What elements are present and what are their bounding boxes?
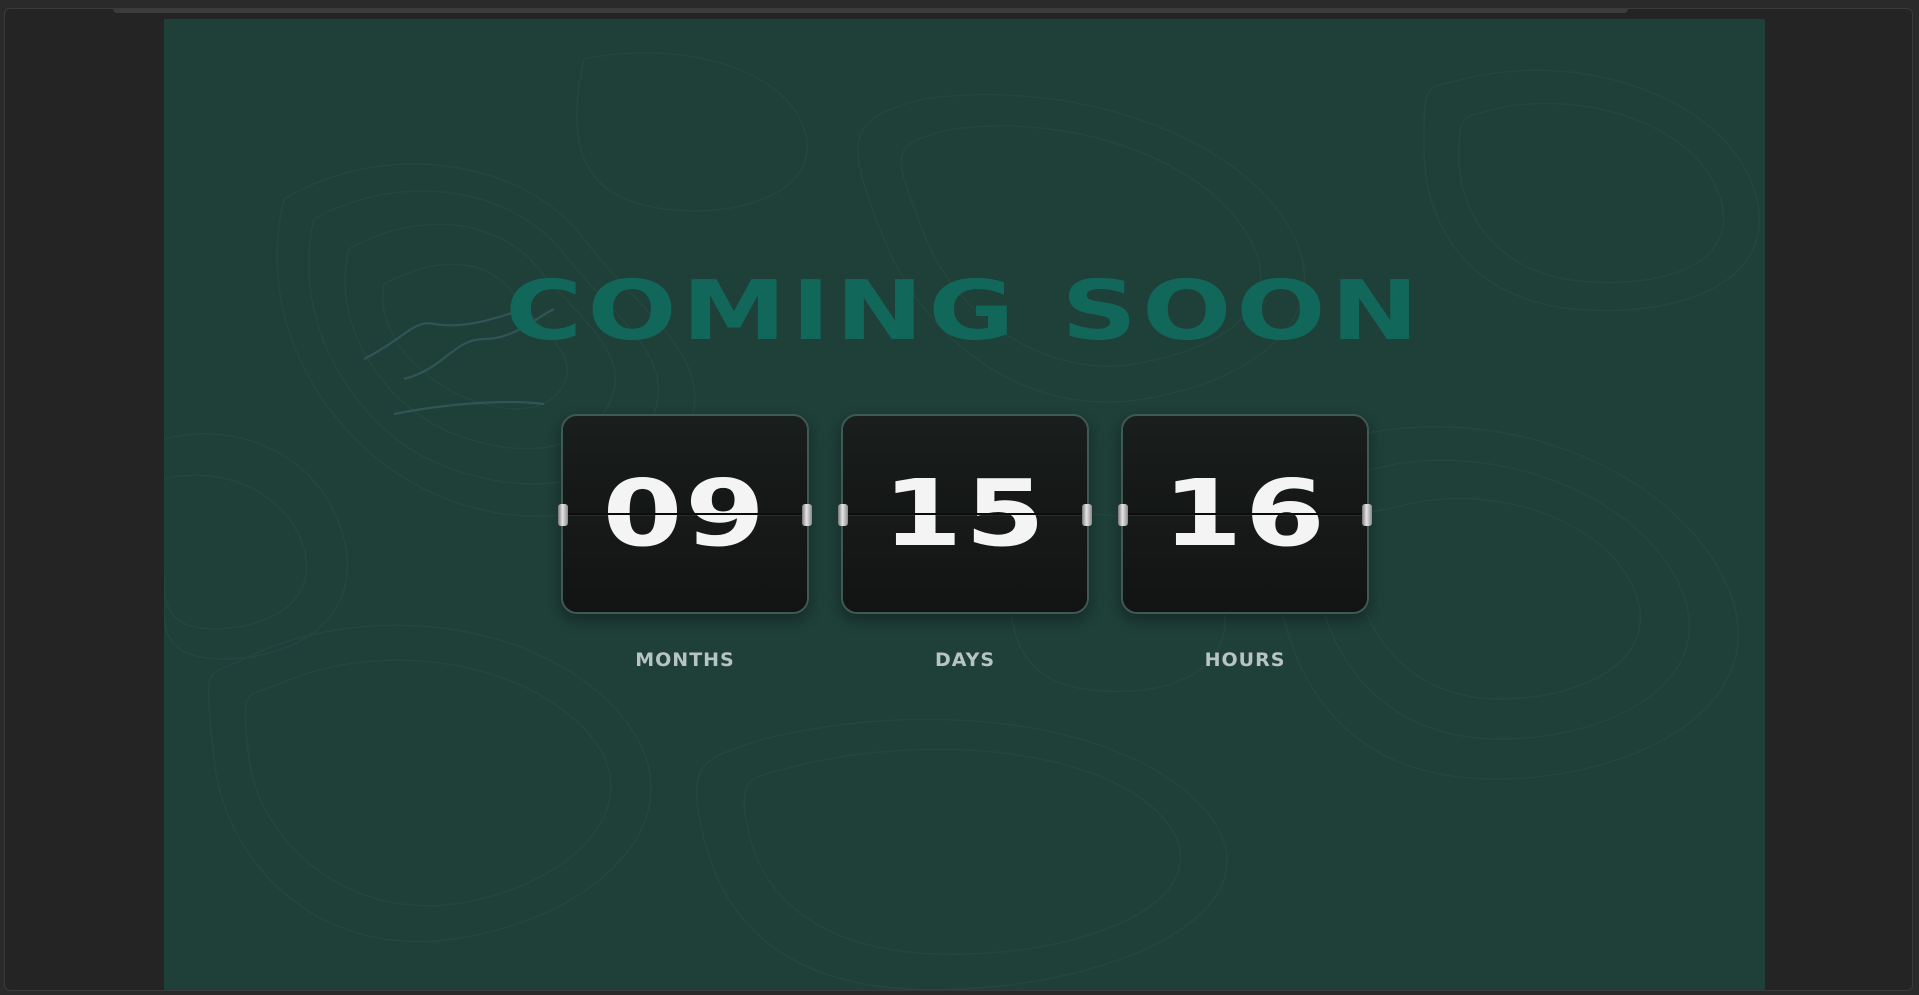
coming-soon-page: COMING SOON 09 MONTHS 15 DAYS 16 HOURS bbox=[164, 19, 1765, 990]
days-label: DAYS bbox=[934, 649, 996, 671]
flip-card-split-line bbox=[1123, 513, 1367, 515]
hours-label: HOURS bbox=[1204, 649, 1286, 671]
flip-card-hinge-right bbox=[802, 504, 812, 526]
flip-card-hinge-left bbox=[558, 504, 568, 526]
page-title: COMING SOON bbox=[505, 264, 1424, 359]
countdown-hours: 16 HOURS bbox=[1118, 414, 1372, 671]
flip-card-hinge-left bbox=[838, 504, 848, 526]
flip-card-hinge-left bbox=[1118, 504, 1128, 526]
flip-card-days: 15 bbox=[838, 414, 1092, 614]
countdown-timer: 09 MONTHS 15 DAYS 16 HOURS bbox=[558, 414, 1372, 674]
browser-window: COMING SOON 09 MONTHS 15 DAYS 16 HOURS bbox=[4, 8, 1913, 991]
countdown-months: 09 MONTHS bbox=[558, 414, 812, 671]
countdown-days: 15 DAYS bbox=[838, 414, 1092, 671]
months-label: MONTHS bbox=[635, 649, 735, 671]
flip-card-hours: 16 bbox=[1118, 414, 1372, 614]
flip-card-months: 09 bbox=[558, 414, 812, 614]
flip-card-hinge-right bbox=[1362, 504, 1372, 526]
flip-card-hinge-right bbox=[1082, 504, 1092, 526]
flip-card-split-line bbox=[843, 513, 1087, 515]
flip-card-split-line bbox=[563, 513, 807, 515]
window-top-bar bbox=[113, 9, 1628, 13]
